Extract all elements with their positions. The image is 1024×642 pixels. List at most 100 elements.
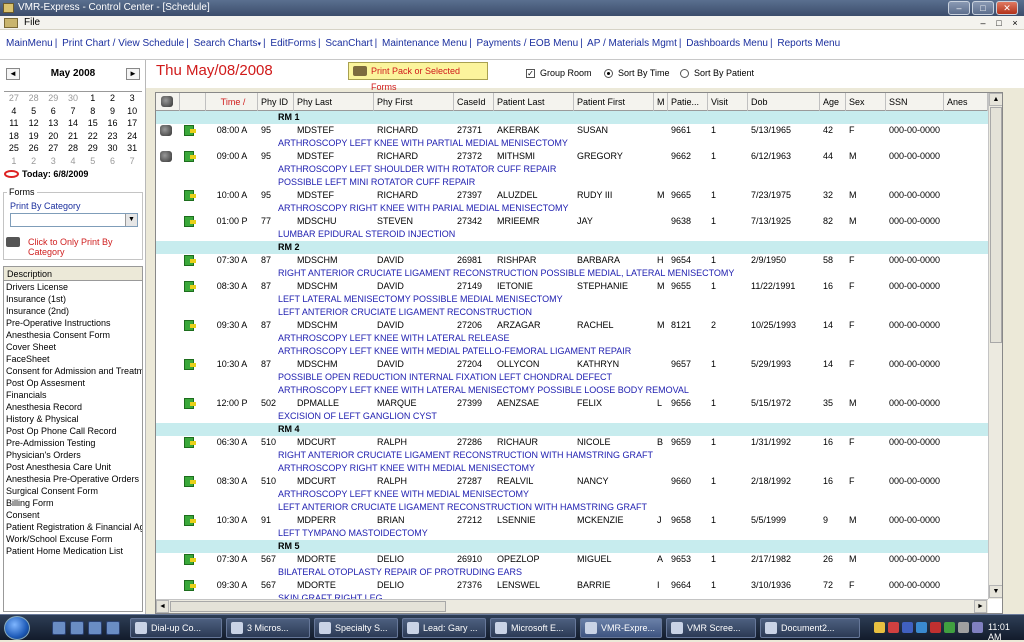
taskbar-button[interactable]: VMR-Expre...	[580, 618, 662, 638]
header-print-icon[interactable]	[156, 93, 180, 111]
description-item[interactable]: Pre-Operative Instructions	[4, 317, 142, 329]
calendar-day[interactable]: 13	[43, 117, 63, 130]
header-status-col[interactable]	[180, 93, 206, 111]
calendar-day[interactable]: 28	[24, 92, 44, 105]
column-header-phylast[interactable]: Phy Last	[294, 93, 374, 111]
description-item[interactable]: Anesthesia Record	[4, 401, 142, 413]
calendar-day[interactable]: 6	[43, 105, 63, 118]
procedure-row[interactable]: EXCISION OF LEFT GANGLION CYST	[156, 410, 988, 423]
appointment-row[interactable]: 09:00 A 95 MDSTEF RICHARD 27372 MITHSMI GREGOR…	[156, 150, 988, 163]
calendar-today[interactable]: Today: 6/8/2009	[4, 167, 142, 181]
appointment-row[interactable]: 07:30 A 87 MDSCHM DAVID 26981 RISHPAR BARBARA H…	[156, 254, 988, 267]
calendar-day[interactable]: 25	[4, 142, 24, 155]
calendar-day[interactable]: 6	[103, 155, 123, 168]
procedure-row[interactable]: POSSIBLE LEFT MINI ROTATOR CUFF REPAIR	[156, 176, 988, 189]
taskbar-button[interactable]: 3 Micros...	[226, 618, 310, 638]
column-header-dob[interactable]: Dob	[748, 93, 820, 111]
open-chart-icon[interactable]	[184, 554, 196, 565]
description-item[interactable]: Work/School Excuse Form	[4, 533, 142, 545]
calendar-day[interactable]: 20	[43, 130, 63, 143]
scroll-left-icon[interactable]: ◄	[156, 600, 169, 613]
appointment-row[interactable]: 08:00 A 95 MDSTEF RICHARD 27371 AKERBAK SUSAN 9…	[156, 124, 988, 137]
taskbar-button[interactable]: Specialty S...	[314, 618, 398, 638]
description-item[interactable]: History & Physical	[4, 413, 142, 425]
calendar-day[interactable]: 24	[122, 130, 142, 143]
calendar-day[interactable]: 30	[63, 92, 83, 105]
calendar-day[interactable]: 4	[4, 105, 24, 118]
procedure-row[interactable]: LEFT ANTERIOR CRUCIATE LIGAMENT RECONSTR…	[156, 306, 988, 319]
description-item[interactable]: Cover Sheet	[4, 341, 142, 353]
room-group-row[interactable]: RM 4	[156, 423, 988, 436]
open-chart-icon[interactable]	[184, 437, 196, 448]
menu-file[interactable]: File	[24, 16, 40, 30]
tray-clock[interactable]: 11:01 AM	[988, 622, 1024, 642]
procedure-row[interactable]: ARTHROSCOPY LEFT KNEE WITH PARTIAL MEDIA…	[156, 137, 988, 150]
description-item[interactable]: Insurance (2nd)	[4, 305, 142, 317]
appointment-row[interactable]: 09:30 A 87 MDSCHM DAVID 27206 ARZAGAR RACHEL M 8…	[156, 319, 988, 332]
calendar-day[interactable]: 27	[43, 142, 63, 155]
calendar-day[interactable]: 23	[103, 130, 123, 143]
appointment-row[interactable]: 07:30 A 567 MDORTE DELIO 26910 OPEZLOP MIGUEL A…	[156, 553, 988, 566]
calendar-month-label[interactable]: May 2008	[51, 68, 95, 79]
column-header-caseid[interactable]: CaseId	[454, 93, 494, 111]
column-header-phyfirst[interactable]: Phy First	[374, 93, 454, 111]
calendar-day[interactable]: 11	[4, 117, 24, 130]
column-header-time[interactable]: Time /	[206, 93, 258, 111]
room-group-row[interactable]: RM 5	[156, 540, 988, 553]
calendar-day[interactable]: 26	[24, 142, 44, 155]
open-chart-icon[interactable]	[184, 515, 196, 526]
tray-security-icon[interactable]	[888, 622, 899, 633]
sort-by-patient-radio[interactable]: Sort By Patient	[680, 68, 754, 79]
print-sun-icon[interactable]	[160, 151, 172, 162]
tray-network-icon[interactable]	[944, 622, 955, 633]
description-item[interactable]: Surgical Consent Form	[4, 485, 142, 497]
calendar-prev-button[interactable]: ◄	[6, 68, 20, 80]
open-chart-icon[interactable]	[184, 190, 196, 201]
calendar-day[interactable]: 16	[103, 117, 123, 130]
tray-folder-icon[interactable]	[874, 622, 885, 633]
calendar-day[interactable]: 17	[122, 117, 142, 130]
calendar-day[interactable]: 29	[83, 142, 103, 155]
open-chart-icon[interactable]	[184, 216, 196, 227]
tray-info-icon[interactable]	[916, 622, 927, 633]
calendar-day[interactable]: 14	[63, 117, 83, 130]
nav-ap-materials[interactable]: AP / Materials Mgmt	[587, 38, 677, 49]
group-room-checkbox[interactable]: ✓ Group Room	[526, 68, 592, 79]
tray-volume-icon[interactable]	[958, 622, 969, 633]
calendar-day[interactable]: 5	[24, 105, 44, 118]
sort-by-time-radio[interactable]: Sort By Time	[604, 68, 670, 79]
open-chart-icon[interactable]	[184, 151, 196, 162]
nav-payments[interactable]: Payments / EOB Menu	[476, 38, 578, 49]
calendar-day[interactable]: 9	[103, 105, 123, 118]
appointment-row[interactable]: 10:30 A 91 MDPERR BRIAN 27212 LSENNIE MCKENZIE…	[156, 514, 988, 527]
taskbar-button[interactable]: Dial-up Co...	[130, 618, 222, 638]
appointment-row[interactable]: 10:00 A 95 MDSTEF RICHARD 27397 ALUZDEL RUDY I…	[156, 189, 988, 202]
open-chart-icon[interactable]	[184, 320, 196, 331]
horizontal-scroll-thumb[interactable]	[170, 601, 446, 612]
chevron-down-icon[interactable]: ▼	[125, 214, 137, 226]
calendar-day[interactable]: 4	[63, 155, 83, 168]
calendar-day[interactable]: 19	[24, 130, 44, 143]
taskbar-button[interactable]: Lead: Gary ...	[402, 618, 486, 638]
calendar-day[interactable]: 31	[122, 142, 142, 155]
calendar-day[interactable]: 7	[122, 155, 142, 168]
calendar-day[interactable]: 8	[83, 105, 103, 118]
open-chart-icon[interactable]	[184, 255, 196, 266]
calendar-day[interactable]: 28	[63, 142, 83, 155]
column-header-age[interactable]: Age	[820, 93, 846, 111]
calendar-day[interactable]: 12	[24, 117, 44, 130]
procedure-row[interactable]: LEFT LATERAL MENISECTOMY POSSIBLE MEDIAL…	[156, 293, 988, 306]
procedure-row[interactable]: ARTHROSCOPY LEFT KNEE WITH LATERAL RELEA…	[156, 332, 988, 345]
description-item[interactable]: Drivers License	[4, 281, 142, 293]
description-item[interactable]: Patient Home Medication List	[4, 545, 142, 557]
description-item[interactable]: Post Op Assesment	[4, 377, 142, 389]
calendar-day[interactable]: 18	[4, 130, 24, 143]
procedure-row[interactable]: ARTHROSCOPY LEFT KNEE WITH MEDIAL PATELL…	[156, 345, 988, 358]
quicklaunch-desktop-icon[interactable]	[52, 621, 66, 635]
nav-mainmenu[interactable]: MainMenu	[6, 38, 53, 49]
procedure-row[interactable]: ARTHROSCOPY RIGHT KNEE WITH PARIAL MEDIA…	[156, 202, 988, 215]
nav-maintenance[interactable]: Maintenance Menu	[382, 38, 467, 49]
nav-print-chart[interactable]: Print Chart / View Schedule	[62, 38, 184, 49]
calendar-day[interactable]: 1	[4, 155, 24, 168]
nav-editforms[interactable]: EditForms	[270, 38, 316, 49]
